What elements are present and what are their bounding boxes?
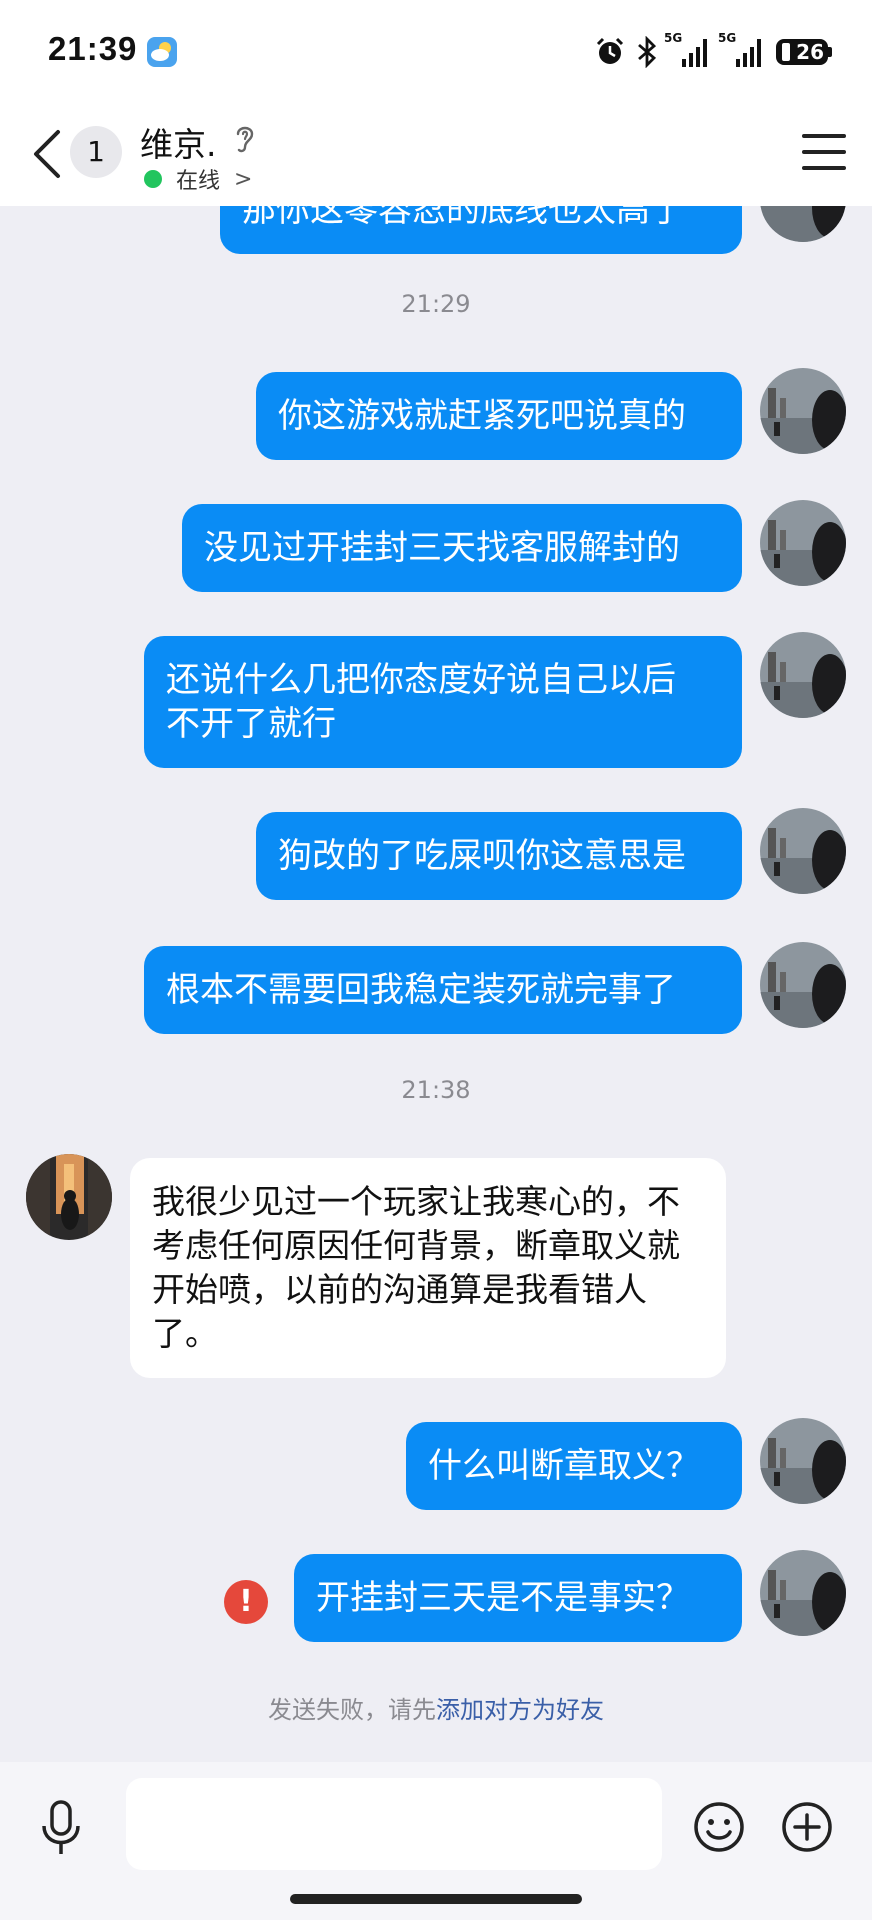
timestamp: 21:38 xyxy=(401,1076,471,1104)
microphone-icon[interactable] xyxy=(38,1798,84,1858)
message-bubble-out[interactable]: 还说什么几把你态度好说自己以后 不开了就行 xyxy=(144,636,742,768)
chat-header: 1 维京. 在线 > xyxy=(0,104,872,206)
plus-icon[interactable] xyxy=(780,1800,834,1854)
status-icons: 5G 5G 26 xyxy=(594,30,832,74)
battery-indicator: 26 xyxy=(776,39,828,65)
weather-cloud-sun-icon xyxy=(147,37,177,67)
status-time: 21:39 xyxy=(48,30,138,67)
unread-count-badge[interactable]: 1 xyxy=(70,126,122,178)
alarm-icon xyxy=(596,37,624,64)
message-bubble-in[interactable]: 我很少见过一个玩家让我寒心的，不考虑任何原因任何背景，断章取义就开始喷，以前的沟… xyxy=(130,1158,726,1378)
contact-name[interactable]: 维京. xyxy=(140,118,217,166)
online-dot xyxy=(144,170,162,188)
emoji-icon[interactable] xyxy=(692,1800,746,1854)
my-avatar[interactable] xyxy=(760,632,846,718)
my-avatar[interactable] xyxy=(760,500,846,586)
my-avatar[interactable] xyxy=(760,1550,846,1636)
send-failed-icon[interactable]: ! xyxy=(224,1580,268,1624)
online-status-row[interactable]: 在线 > xyxy=(144,164,252,194)
message-bubble-out[interactable]: 开挂封三天是不是事实？ xyxy=(294,1554,742,1642)
add-friend-link[interactable]: 添加对方为好友 xyxy=(436,1696,604,1724)
ear-icon[interactable] xyxy=(232,122,258,154)
message-bubble-out[interactable]: 狗改的了吃屎呗你这意思是 xyxy=(256,812,742,900)
message-bubble-out[interactable]: 那你这零容忍的底线也太高了 xyxy=(220,206,742,254)
back-arrow-icon[interactable] xyxy=(28,126,68,182)
home-indicator[interactable] xyxy=(290,1894,582,1904)
my-avatar[interactable] xyxy=(760,368,846,454)
send-failed-text: 发送失败，请先 xyxy=(268,1696,436,1724)
my-avatar[interactable] xyxy=(760,1418,846,1504)
send-failed-note: 发送失败，请先添加对方为好友 xyxy=(0,1690,872,1725)
status-bar: 21:39 5G 5G 26 xyxy=(0,0,872,104)
message-bubble-out[interactable]: 什么叫断章取义？ xyxy=(406,1422,742,1510)
message-list[interactable]: 那你这零容忍的底线也太高了 21:29 你这游戏就赶紧死吧说真的 没见过开挂封三… xyxy=(0,206,872,1762)
signal-5g-icon-2: 5G xyxy=(718,31,766,67)
my-avatar[interactable] xyxy=(760,942,846,1028)
chevron-right-icon: > xyxy=(234,166,253,192)
menu-icon[interactable] xyxy=(802,134,846,174)
timestamp: 21:29 xyxy=(401,290,471,318)
my-avatar[interactable] xyxy=(760,808,846,894)
contact-avatar[interactable] xyxy=(26,1154,112,1240)
online-status-text: 在线 xyxy=(176,169,221,194)
message-bubble-out[interactable]: 根本不需要回我稳定装死就完事了 xyxy=(144,946,742,1034)
message-bubble-out[interactable]: 没见过开挂封三天找客服解封的 xyxy=(182,504,742,592)
my-avatar[interactable] xyxy=(760,206,846,242)
signal-5g-icon: 5G xyxy=(664,31,712,67)
message-bubble-out[interactable]: 你这游戏就赶紧死吧说真的 xyxy=(256,372,742,460)
message-input[interactable] xyxy=(126,1778,662,1870)
bluetooth-icon xyxy=(638,36,657,68)
